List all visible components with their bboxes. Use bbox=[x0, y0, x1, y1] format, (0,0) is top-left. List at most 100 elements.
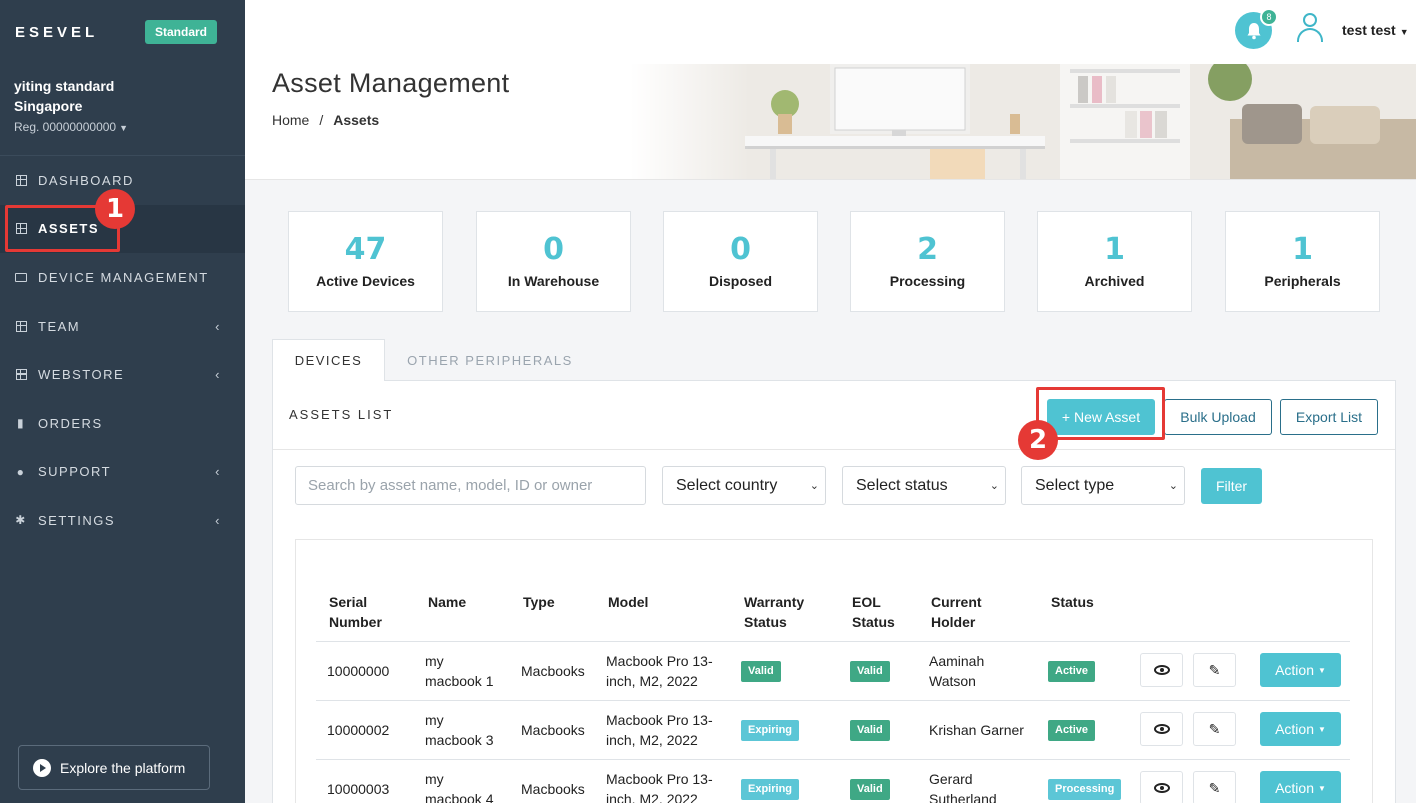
status-badge: Active bbox=[1048, 720, 1096, 741]
cell-model: Macbook Pro 13- inch, M2, 2022 bbox=[606, 712, 713, 748]
status-select[interactable]: Select status ⌄ bbox=[842, 466, 1006, 505]
table-row: 10000000 my macbook 1 Macbooks Macbook Pr… bbox=[316, 641, 1350, 700]
header-banner-image bbox=[630, 64, 1416, 179]
edit-button[interactable]: ✎ bbox=[1193, 771, 1236, 803]
action-label: Action bbox=[1275, 662, 1314, 678]
annotation-step-1: 1 bbox=[95, 189, 135, 229]
sidebar-item-label: ORDERS bbox=[38, 415, 103, 431]
brand-logo[interactable]: ESEVEL bbox=[15, 24, 98, 41]
company-reg-text: Reg. 00000000000 bbox=[14, 120, 117, 134]
export-list-button[interactable]: Export List bbox=[1280, 399, 1378, 435]
sidebar-item-support[interactable]: ● SUPPORT ‹ bbox=[0, 448, 245, 497]
stat-label: Active Devices bbox=[316, 273, 415, 289]
country-select[interactable]: Select country ⌄ bbox=[662, 466, 826, 505]
eol-badge: Valid bbox=[850, 779, 890, 800]
col-header-serial[interactable]: Serial Number bbox=[329, 592, 382, 632]
stat-card-in-warehouse[interactable]: 0 In Warehouse bbox=[476, 211, 631, 312]
panel-title: ASSETS LIST bbox=[289, 407, 394, 422]
cell-type: Macbooks bbox=[521, 663, 585, 679]
brand-row: ESEVEL Standard bbox=[0, 0, 245, 64]
cell-serial: 10000000 bbox=[327, 663, 390, 679]
eye-icon bbox=[1153, 665, 1170, 675]
sidebar-item-team[interactable]: TEAM ‹ bbox=[0, 302, 245, 351]
stat-card-active-devices[interactable]: 47 Active Devices bbox=[288, 211, 443, 312]
view-button[interactable] bbox=[1140, 771, 1183, 803]
user-menu[interactable]: test test ▼ bbox=[1342, 22, 1409, 38]
panel-header: ASSETS LIST + New Asset Bulk Upload Expo… bbox=[273, 381, 1395, 450]
stat-value: 0 bbox=[543, 232, 564, 267]
col-header-type[interactable]: Type bbox=[523, 592, 555, 612]
stat-label: Processing bbox=[889, 273, 966, 289]
edit-button[interactable]: ✎ bbox=[1193, 712, 1236, 746]
sidebar: ESEVEL Standard yiting standard Singapor… bbox=[0, 0, 245, 803]
cell-serial: 10000003 bbox=[327, 781, 390, 797]
cell-serial: 10000002 bbox=[327, 722, 390, 738]
eye-icon bbox=[1153, 783, 1170, 793]
assets-panel: ASSETS LIST + New Asset Bulk Upload Expo… bbox=[272, 380, 1396, 803]
edit-button[interactable]: ✎ bbox=[1193, 653, 1236, 687]
table-row: 10000003 my macbook 4 Macbooks Macbook Pr… bbox=[316, 759, 1350, 803]
action-dropdown-button[interactable]: Action ▼ bbox=[1260, 653, 1341, 687]
breadcrumb-home[interactable]: Home bbox=[272, 112, 309, 128]
annotation-step-2: 2 bbox=[1018, 420, 1058, 460]
stat-label: Disposed bbox=[708, 273, 772, 289]
stat-card-archived[interactable]: 1 Archived bbox=[1037, 211, 1192, 312]
cell-name: my macbook 4 bbox=[425, 771, 494, 803]
view-button[interactable] bbox=[1140, 653, 1183, 687]
col-header-name[interactable]: Name bbox=[428, 592, 466, 612]
stat-value: 2 bbox=[917, 232, 938, 267]
action-dropdown-button[interactable]: Action ▼ bbox=[1260, 712, 1341, 746]
caret-down-icon: ▼ bbox=[1318, 724, 1326, 734]
sidebar-item-settings[interactable]: ✱ SETTINGS ‹ bbox=[0, 496, 245, 545]
stat-label: Archived bbox=[1084, 273, 1145, 289]
filter-button[interactable]: Filter bbox=[1201, 468, 1262, 504]
sidebar-item-label: SETTINGS bbox=[38, 512, 116, 528]
pencil-icon: ✎ bbox=[1208, 661, 1221, 678]
bulk-upload-button[interactable]: Bulk Upload bbox=[1164, 399, 1272, 435]
users-cog-icon: ✱ bbox=[15, 513, 27, 528]
col-header-status[interactable]: Status bbox=[1051, 592, 1094, 612]
type-select[interactable]: Select type ⌄ bbox=[1021, 466, 1185, 505]
chevron-left-icon: ‹ bbox=[215, 367, 221, 383]
page-header: Asset Management Home / Assets bbox=[245, 64, 1416, 180]
notification-count-badge: 8 bbox=[1260, 8, 1278, 26]
stat-value: 1 bbox=[1292, 232, 1313, 267]
warranty-badge: Expiring bbox=[741, 720, 800, 741]
stat-card-disposed[interactable]: 0 Disposed bbox=[663, 211, 818, 312]
sidebar-item-label: DASHBOARD bbox=[38, 172, 134, 188]
status-select-value: Select status bbox=[856, 476, 948, 494]
search-input[interactable]: Search by asset name, model, ID or owner bbox=[295, 466, 646, 505]
stat-card-peripherals[interactable]: 1 Peripherals bbox=[1225, 211, 1380, 312]
user-icon[interactable] bbox=[1295, 12, 1325, 42]
action-dropdown-button[interactable]: Action ▼ bbox=[1260, 771, 1341, 803]
warranty-badge: Valid bbox=[741, 661, 781, 682]
stat-label: Peripherals bbox=[1264, 273, 1341, 289]
eye-icon bbox=[1153, 724, 1170, 734]
user-name: test test bbox=[1342, 22, 1396, 38]
view-button[interactable] bbox=[1140, 712, 1183, 746]
eol-badge: Valid bbox=[850, 720, 890, 741]
explore-platform-button[interactable]: Explore the platform bbox=[18, 745, 210, 790]
col-header-eol[interactable]: EOL Status bbox=[852, 592, 895, 632]
stat-card-processing[interactable]: 2 Processing bbox=[850, 211, 1005, 312]
company-country: Singapore bbox=[14, 98, 83, 114]
company-reg-dropdown[interactable]: Reg. 00000000000 ▼ bbox=[14, 120, 231, 134]
caret-down-icon: ▼ bbox=[119, 123, 129, 133]
sidebar-item-label: SUPPORT bbox=[38, 464, 112, 480]
sidebar-item-device-management[interactable]: DEVICE MANAGEMENT bbox=[0, 253, 245, 302]
col-header-holder[interactable]: Current Holder bbox=[931, 592, 982, 632]
eol-badge: Valid bbox=[850, 661, 890, 682]
sidebar-item-orders[interactable]: ▮ ORDERS bbox=[0, 399, 245, 448]
table-row: 10000002 my macbook 3 Macbooks Macbook Pr… bbox=[316, 700, 1350, 759]
pencil-icon: ✎ bbox=[1208, 779, 1221, 796]
status-badge: Processing bbox=[1048, 779, 1122, 800]
col-header-model[interactable]: Model bbox=[608, 592, 648, 612]
col-header-warranty[interactable]: Warranty Status bbox=[744, 592, 804, 632]
assets-table: Serial Number Name Type Model Warranty Sta… bbox=[295, 539, 1373, 803]
sidebar-item-webstore[interactable]: WEBSTORE ‹ bbox=[0, 350, 245, 399]
grid-icon bbox=[15, 320, 27, 332]
tab-devices[interactable]: DEVICES bbox=[272, 339, 385, 381]
action-label: Action bbox=[1275, 721, 1314, 737]
tab-other-peripherals[interactable]: OTHER PERIPHERALS bbox=[395, 339, 585, 381]
cell-holder: Krishan Garner bbox=[929, 722, 1024, 738]
